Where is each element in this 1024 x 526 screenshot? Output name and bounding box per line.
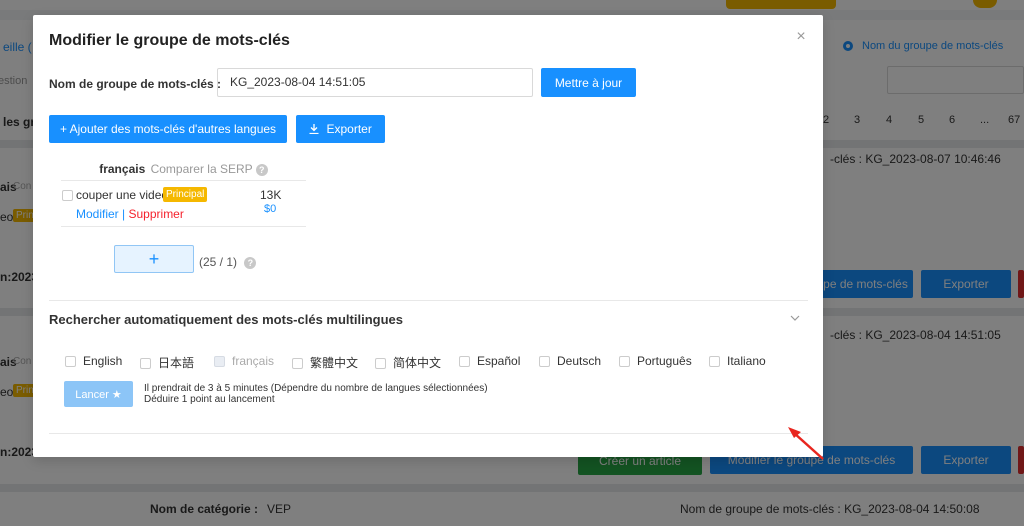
launch-note: Il prendrait de 3 à 5 minutes (Dépendre … <box>144 383 488 405</box>
keyword-table-header: français Comparer la SERP ? <box>61 157 306 181</box>
principal-badge: Principal <box>163 187 208 202</box>
chevron-down-icon[interactable] <box>790 313 802 325</box>
language-name: français <box>99 162 146 176</box>
language-label: 日本語 <box>158 356 195 370</box>
delete-link[interactable]: Supprimer <box>129 207 184 221</box>
download-icon <box>309 124 319 135</box>
launch-button[interactable]: Lancer ★ <box>64 381 133 407</box>
launch-note-cost: Déduire 1 point au lancement <box>144 394 275 405</box>
add-other-languages-button[interactable]: + Ajouter des mots-clés d'autres langues <box>49 115 287 143</box>
checkbox[interactable] <box>619 356 630 367</box>
row-actions: Modifier | Supprimer <box>76 207 184 221</box>
language-option-italian[interactable]: Italiano <box>709 354 766 368</box>
help-icon[interactable]: ? <box>244 256 257 269</box>
language-label: 繁體中文 <box>310 356 359 370</box>
auto-search-section-title[interactable]: Rechercher automatiquement des mots-clés… <box>49 312 403 327</box>
language-option-spanish[interactable]: Español <box>459 354 520 368</box>
language-label: 简体中文 <box>393 356 442 370</box>
export-label: Exporter <box>326 122 372 136</box>
help-icon[interactable]: ? <box>255 163 268 176</box>
annotation-arrow-icon <box>788 427 824 460</box>
section-divider <box>49 300 808 301</box>
language-option-traditional-chinese[interactable]: 繁體中文 <box>292 354 358 371</box>
keyword-text: couper une video <box>76 188 169 202</box>
checkbox[interactable] <box>292 358 303 369</box>
keyword-count-text: (25 / 1) <box>199 255 238 269</box>
add-other-languages-label: Ajouter des mots-clés d'autres langues <box>69 122 277 136</box>
checkbox[interactable] <box>140 358 151 369</box>
group-name-label: Nom de groupe de mots-clés : <box>49 77 222 91</box>
keyword-count: (25 / 1) ? <box>199 255 257 269</box>
section-divider <box>49 433 808 434</box>
checkbox[interactable] <box>709 356 720 367</box>
modify-link[interactable]: Modifier <box>76 207 119 221</box>
language-label: français <box>232 354 275 368</box>
language-option-french: français <box>214 354 274 368</box>
language-label: Português <box>637 354 692 368</box>
search-volume: 13K <box>260 188 282 202</box>
language-label: Italiano <box>727 354 766 368</box>
keyword-checkbox[interactable] <box>62 190 73 201</box>
cpc-value: $0 <box>264 203 277 215</box>
checkbox[interactable] <box>65 356 76 367</box>
language-option-portuguese[interactable]: Português <box>619 354 692 368</box>
group-name-input[interactable]: KG_2023-08-04 14:51:05 <box>217 68 533 97</box>
checkbox[interactable] <box>375 358 386 369</box>
export-button[interactable]: Exporter <box>296 115 385 143</box>
language-label: Español <box>477 354 521 368</box>
language-option-german[interactable]: Deutsch <box>539 354 601 368</box>
keyword-table: français Comparer la SERP ? couper une v… <box>61 157 306 227</box>
language-option-japanese[interactable]: 日本語 <box>140 354 194 371</box>
update-button[interactable]: Mettre à jour <box>541 68 636 97</box>
checkbox[interactable] <box>539 356 550 367</box>
modal-title: Modifier le groupe de mots-clés <box>49 32 290 49</box>
language-option-simplified-chinese[interactable]: 简体中文 <box>375 354 441 371</box>
launch-note-duration: Il prendrait de 3 à 5 minutes (Dépendre … <box>144 383 488 394</box>
language-label: Deutsch <box>557 354 602 368</box>
action-separator: | <box>122 207 126 221</box>
compare-serp-link[interactable]: Comparer la SERP <box>151 162 253 176</box>
edit-keyword-group-modal: Modifier le groupe de mots-clés × Nom de… <box>33 15 823 457</box>
checkbox <box>214 356 225 367</box>
table-row: couper une video Principal 13K $0 Modifi… <box>61 181 306 227</box>
language-option-english[interactable]: English <box>65 354 122 368</box>
checkbox[interactable] <box>459 356 470 367</box>
close-icon[interactable]: × <box>793 29 809 45</box>
plus-icon: + <box>59 122 67 136</box>
add-keyword-button[interactable]: + <box>114 245 194 273</box>
language-label: English <box>83 354 123 368</box>
